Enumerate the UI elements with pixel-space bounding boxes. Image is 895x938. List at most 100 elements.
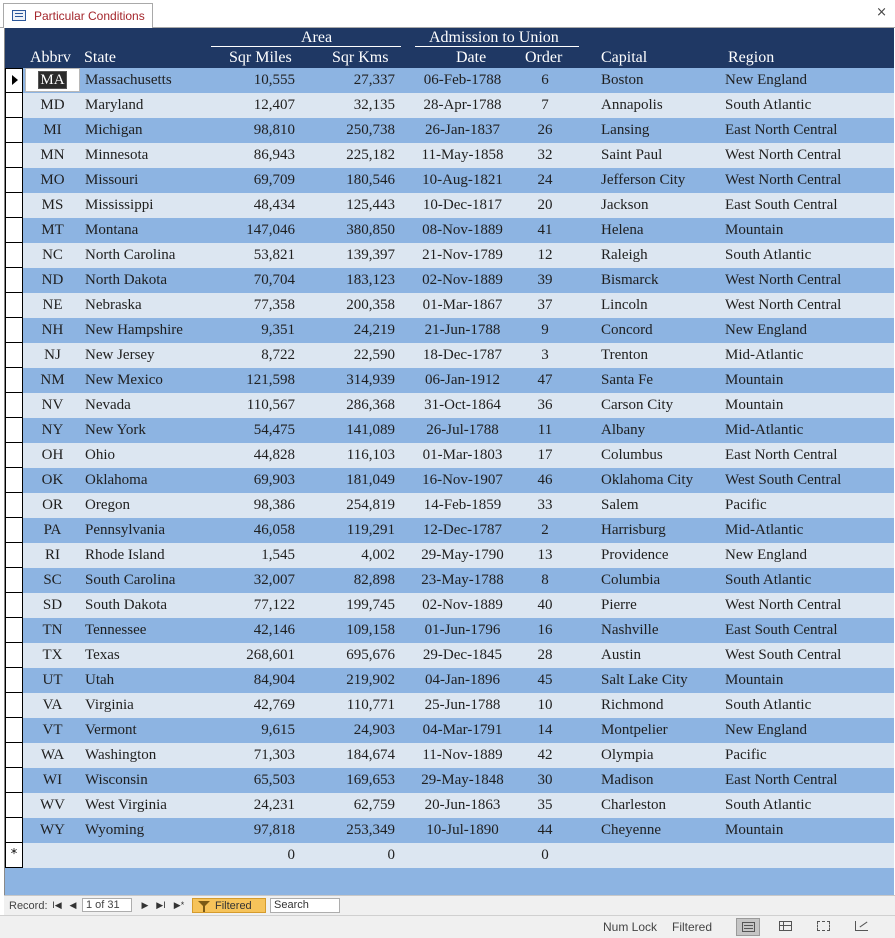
- field-region[interactable]: West South Central: [725, 468, 890, 493]
- field-date[interactable]: 10-Dec-1817: [410, 193, 515, 218]
- field-order[interactable]: 9: [515, 318, 575, 343]
- field-abbr[interactable]: VA: [25, 693, 80, 718]
- field-sqmi[interactable]: 54,475: [200, 418, 295, 443]
- field-sqkm[interactable]: 169,653: [300, 768, 395, 793]
- field-capital[interactable]: Harrisburg: [601, 518, 721, 543]
- record-selector[interactable]: [5, 343, 23, 368]
- field-sqkm[interactable]: 250,738: [300, 118, 395, 143]
- record-selector[interactable]: [5, 543, 23, 568]
- field-sqkm[interactable]: 695,676: [300, 643, 395, 668]
- record-selector[interactable]: [5, 643, 23, 668]
- field-region[interactable]: Mountain: [725, 668, 890, 693]
- field-sqkm[interactable]: 219,902: [300, 668, 395, 693]
- field-capital[interactable]: Salem: [601, 493, 721, 518]
- field-sqkm[interactable]: 32,135: [300, 93, 395, 118]
- field-date[interactable]: 10-Jul-1890: [410, 818, 515, 843]
- field-date[interactable]: 06-Jan-1912: [410, 368, 515, 393]
- field-order[interactable]: 30: [515, 768, 575, 793]
- field-order[interactable]: 37: [515, 293, 575, 318]
- field-capital[interactable]: Trenton: [601, 343, 721, 368]
- field-order[interactable]: 39: [515, 268, 575, 293]
- field-capital[interactable]: Raleigh: [601, 243, 721, 268]
- field-order[interactable]: 3: [515, 343, 575, 368]
- field-order[interactable]: 6: [515, 68, 575, 93]
- field-region[interactable]: East North Central: [725, 768, 890, 793]
- field-region[interactable]: East South Central: [725, 193, 890, 218]
- field-sqkm[interactable]: 139,397: [300, 243, 395, 268]
- field-capital[interactable]: Charleston: [601, 793, 721, 818]
- field-order[interactable]: 46: [515, 468, 575, 493]
- field-date[interactable]: 26-Jan-1837: [410, 118, 515, 143]
- record-selector[interactable]: [5, 93, 23, 118]
- new-field-sqkm[interactable]: 0: [300, 843, 396, 868]
- field-capital[interactable]: Pierre: [601, 593, 721, 618]
- field-sqkm[interactable]: 253,349: [300, 818, 395, 843]
- field-sqmi[interactable]: 97,818: [200, 818, 295, 843]
- field-sqmi[interactable]: 1,545: [200, 543, 295, 568]
- field-sqkm[interactable]: 24,903: [300, 718, 395, 743]
- field-order[interactable]: 20: [515, 193, 575, 218]
- field-sqkm[interactable]: 24,219: [300, 318, 395, 343]
- record-selector[interactable]: [5, 743, 23, 768]
- new-field-order[interactable]: 0: [515, 843, 575, 868]
- field-capital[interactable]: Santa Fe: [601, 368, 721, 393]
- field-capital[interactable]: Cheyenne: [601, 818, 721, 843]
- new-field-sqmi[interactable]: 0: [200, 843, 296, 868]
- field-region[interactable]: South Atlantic: [725, 568, 890, 593]
- field-abbr[interactable]: NY: [25, 418, 80, 443]
- field-region[interactable]: South Atlantic: [725, 243, 890, 268]
- record-selector[interactable]: [5, 793, 23, 818]
- field-sqmi[interactable]: 98,810: [200, 118, 295, 143]
- field-order[interactable]: 26: [515, 118, 575, 143]
- record-selector[interactable]: [5, 443, 23, 468]
- field-capital[interactable]: Richmond: [601, 693, 721, 718]
- record-selector[interactable]: [5, 143, 23, 168]
- field-date[interactable]: 10-Aug-1821: [410, 168, 515, 193]
- field-date[interactable]: 12-Dec-1787: [410, 518, 515, 543]
- field-order[interactable]: 24: [515, 168, 575, 193]
- field-sqkm[interactable]: 4,002: [300, 543, 395, 568]
- field-abbr[interactable]: NE: [25, 293, 80, 318]
- field-region[interactable]: West North Central: [725, 168, 890, 193]
- field-capital[interactable]: Lansing: [601, 118, 721, 143]
- field-region[interactable]: South Atlantic: [725, 793, 890, 818]
- field-abbr[interactable]: MA: [25, 68, 80, 92]
- field-date[interactable]: 25-Jun-1788: [410, 693, 515, 718]
- field-sqmi[interactable]: 44,828: [200, 443, 295, 468]
- field-order[interactable]: 33: [515, 493, 575, 518]
- first-record-button[interactable]: I◀: [50, 898, 64, 912]
- field-date[interactable]: 21-Nov-1789: [410, 243, 515, 268]
- field-sqkm[interactable]: 27,337: [300, 68, 395, 93]
- field-abbr[interactable]: NJ: [25, 343, 80, 368]
- record-selector[interactable]: [5, 768, 23, 793]
- field-region[interactable]: West North Central: [725, 143, 890, 168]
- field-sqkm[interactable]: 116,103: [300, 443, 395, 468]
- record-selector[interactable]: [5, 118, 23, 143]
- field-sqmi[interactable]: 71,303: [200, 743, 295, 768]
- field-region[interactable]: East North Central: [725, 118, 890, 143]
- field-sqkm[interactable]: 125,443: [300, 193, 395, 218]
- field-order[interactable]: 17: [515, 443, 575, 468]
- field-capital[interactable]: Lincoln: [601, 293, 721, 318]
- field-sqmi[interactable]: 70,704: [200, 268, 295, 293]
- field-region[interactable]: South Atlantic: [725, 93, 890, 118]
- field-date[interactable]: 11-Nov-1889: [410, 743, 515, 768]
- field-region[interactable]: Mountain: [725, 368, 890, 393]
- field-order[interactable]: 47: [515, 368, 575, 393]
- field-sqmi[interactable]: 46,058: [200, 518, 295, 543]
- field-region[interactable]: West South Central: [725, 643, 890, 668]
- form-view-button[interactable]: [736, 918, 760, 936]
- field-region[interactable]: Mid-Atlantic: [725, 518, 890, 543]
- field-region[interactable]: Mountain: [725, 218, 890, 243]
- record-selector[interactable]: [5, 368, 23, 393]
- field-abbr[interactable]: UT: [25, 668, 80, 693]
- field-abbr[interactable]: NM: [25, 368, 80, 393]
- field-sqmi[interactable]: 98,386: [200, 493, 295, 518]
- field-sqkm[interactable]: 184,674: [300, 743, 395, 768]
- field-order[interactable]: 44: [515, 818, 575, 843]
- record-selector[interactable]: [5, 293, 23, 318]
- field-order[interactable]: 36: [515, 393, 575, 418]
- field-order[interactable]: 11: [515, 418, 575, 443]
- field-date[interactable]: 11-May-1858: [410, 143, 515, 168]
- field-sqkm[interactable]: 225,182: [300, 143, 395, 168]
